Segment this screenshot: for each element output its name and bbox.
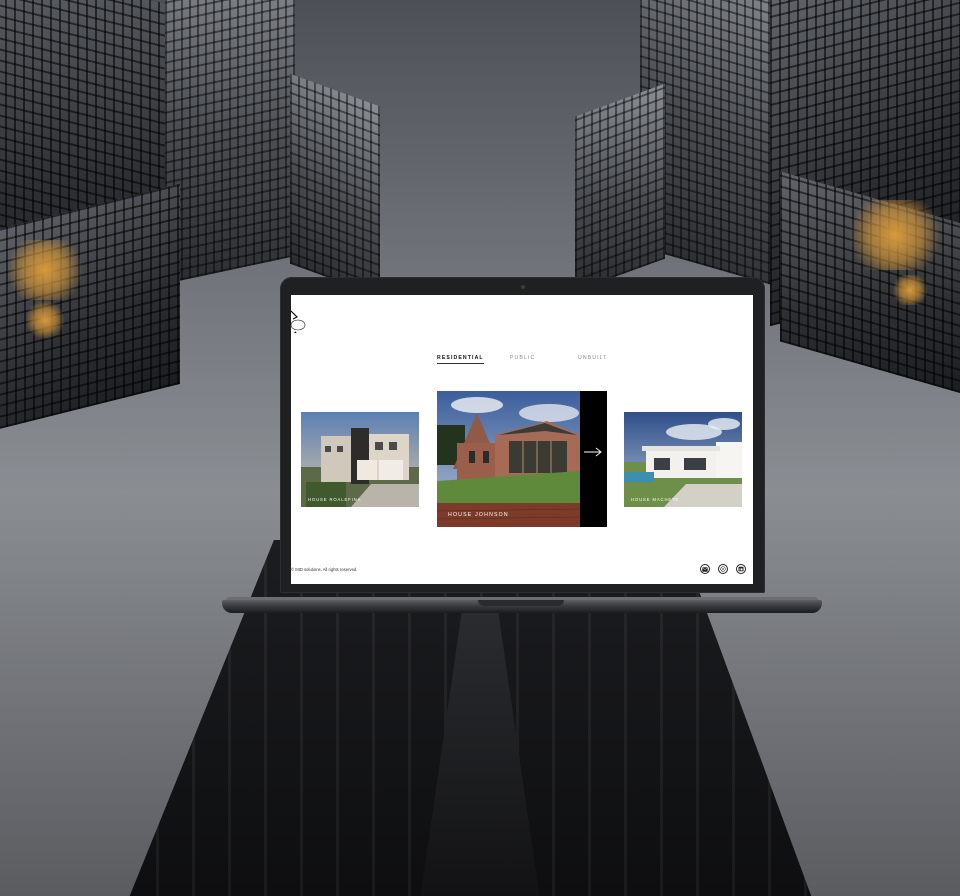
- skyscraper-top-left-side: [165, 0, 295, 284]
- project-card-machete[interactable]: HOUSE MACHETE: [624, 412, 742, 507]
- project-title-roalefina: HOUSE ROALEFINA: [308, 497, 362, 502]
- logo-mark-icon[interactable]: [291, 303, 309, 333]
- arrow-right-icon: [584, 447, 602, 457]
- skyscraper-right-cap: [575, 83, 665, 292]
- project-card-johnson[interactable]: HOUSE JOHNSON: [437, 391, 580, 527]
- project-title-machete: HOUSE MACHETE: [631, 497, 680, 502]
- skyscraper-left-cap: [290, 73, 380, 297]
- linkedin-icon[interactable]: [736, 564, 746, 574]
- tab-residential[interactable]: RESIDENTIAL: [437, 355, 484, 364]
- whatsapp-icon[interactable]: [718, 564, 728, 574]
- next-project-button[interactable]: [580, 391, 607, 527]
- project-title-johnson: HOUSE JOHNSON: [448, 512, 509, 518]
- camera-icon: [520, 285, 525, 289]
- laptop-notch: [478, 600, 564, 606]
- project-image-roalefina: [301, 412, 419, 507]
- tab-public[interactable]: PUBLIC: [510, 355, 535, 361]
- project-card-roalefina[interactable]: HOUSE ROALEFINA: [301, 412, 419, 507]
- website-screen: RESIDENTIAL PUBLIC UNBUILT HOUSE ROALEFI…: [291, 295, 753, 584]
- tab-unbuilt[interactable]: UNBUILT: [578, 355, 608, 361]
- category-tabs: RESIDENTIAL PUBLIC UNBUILT: [291, 355, 753, 369]
- mail-icon[interactable]: [700, 564, 710, 574]
- project-image-machete: [624, 412, 742, 507]
- copyright-text: © MID solutions. All rights reserved.: [291, 567, 358, 572]
- project-image-johnson: [437, 391, 580, 527]
